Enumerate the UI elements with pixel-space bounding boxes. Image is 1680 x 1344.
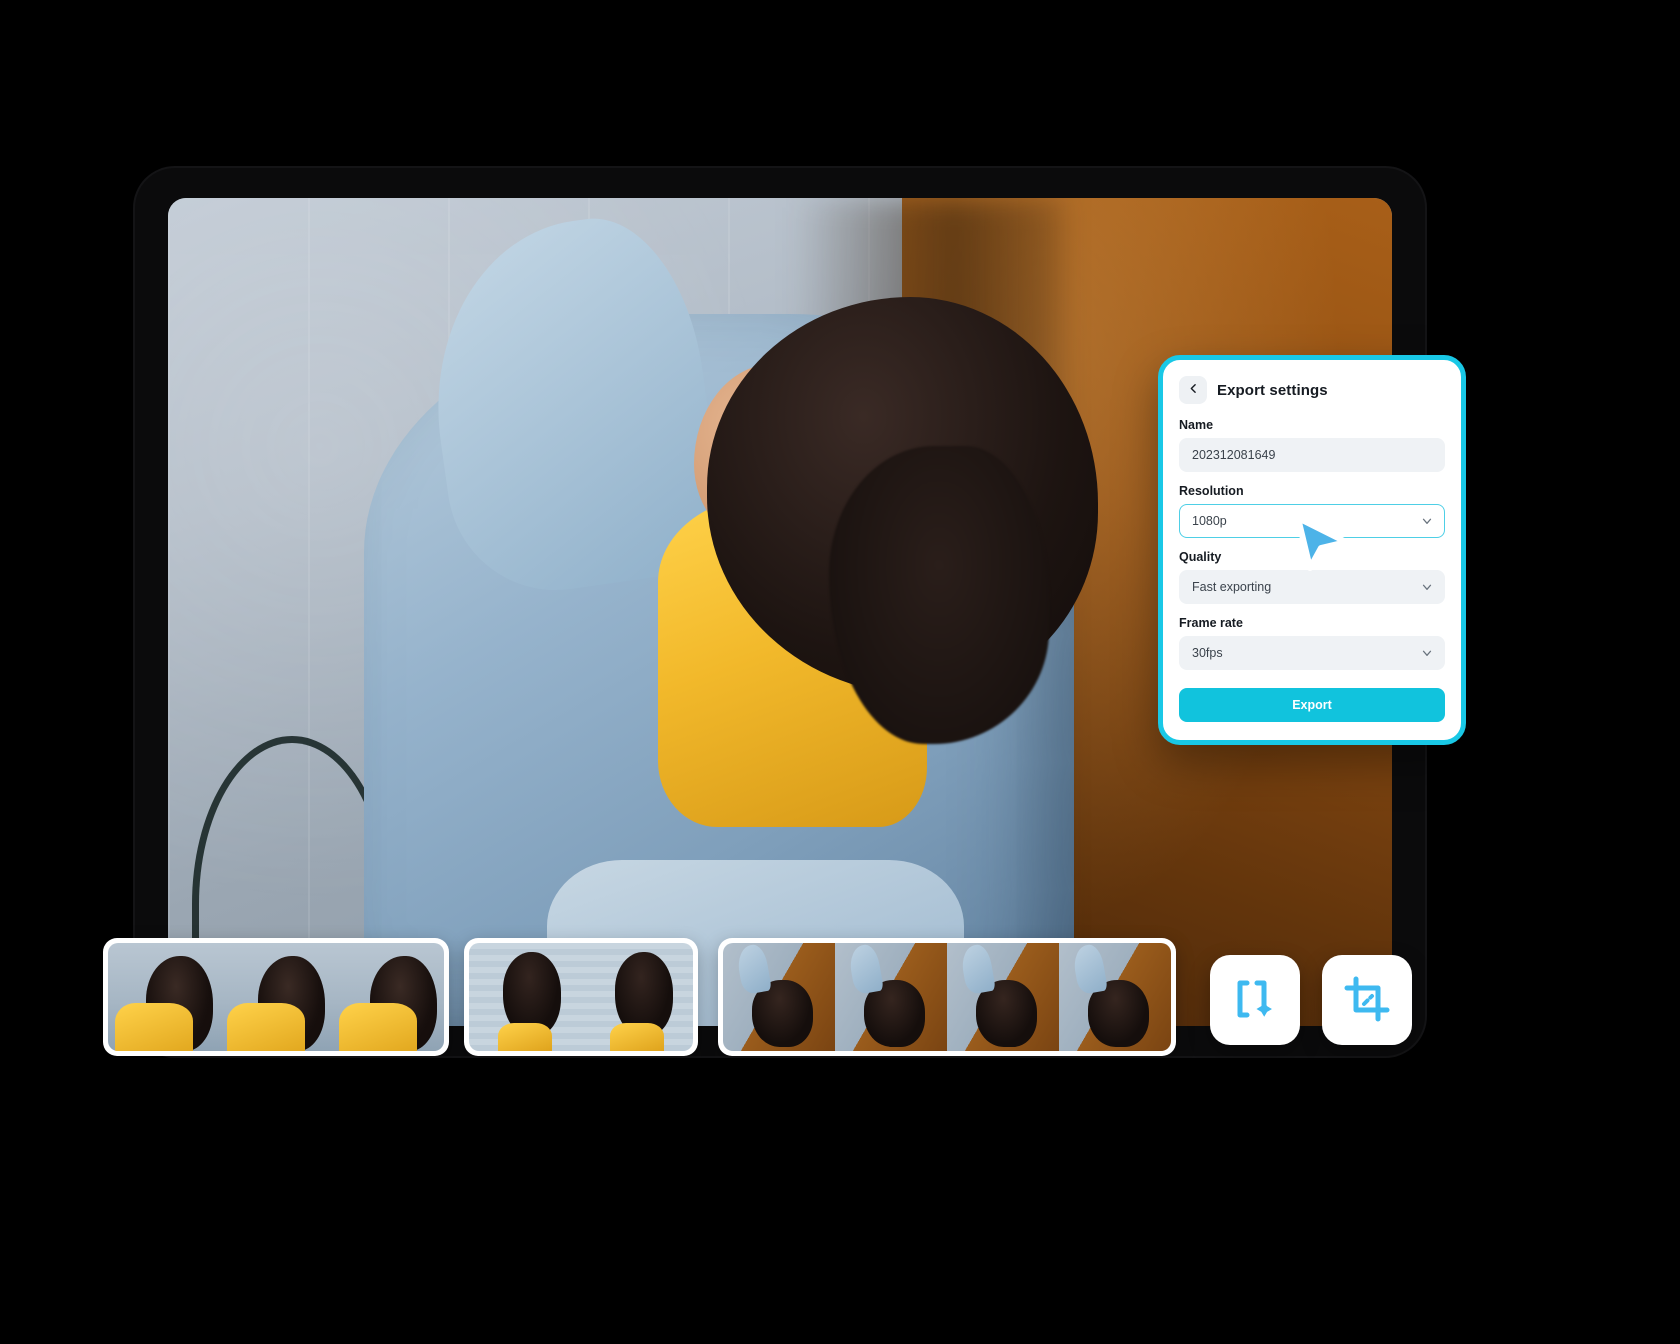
quality-select[interactable]: Fast exporting [1179,570,1445,604]
resolution-label: Resolution [1179,484,1244,498]
export-settings-panel: Export settings Name 202312081649 Resolu… [1158,355,1466,745]
clip-thumbnail [835,943,947,1051]
auto-reframe-button[interactable] [1210,955,1300,1045]
clip-thumbnail [947,943,1059,1051]
page-title: Export settings [1217,381,1328,399]
auto-reframe-icon [1230,974,1280,1027]
frame-rate-label: Frame rate [1179,616,1243,630]
clip-thumbnail [108,943,220,1051]
name-label: Name [1179,418,1214,432]
frame-rate-value: 30fps [1192,646,1223,660]
name-input[interactable]: 202312081649 [1179,438,1445,472]
clip-thumbnail [1059,943,1171,1051]
chevron-down-icon [1420,646,1434,660]
timeline-clip-3[interactable] [718,938,1176,1056]
export-panel-header: Export settings [1179,376,1445,404]
clip-thumbnail [469,943,581,1051]
chevron-down-icon [1420,514,1434,528]
clip-thumbnail [332,943,444,1051]
clip-frames [723,943,1171,1051]
quality-value: Fast exporting [1192,580,1272,594]
chevron-left-icon [1187,382,1200,398]
chevron-down-icon [1420,580,1434,594]
export-button[interactable]: Export [1179,688,1445,722]
resolution-select[interactable]: 1080p [1179,504,1445,538]
preview-hair-strands [828,446,1050,745]
quality-label: Quality [1179,550,1222,564]
back-button[interactable] [1179,376,1207,404]
clip-thumbnail [723,943,835,1051]
resolution-value: 1080p [1192,514,1227,528]
name-value: 202312081649 [1192,448,1276,462]
clip-thumbnail [220,943,332,1051]
clip-frames [469,943,693,1051]
clip-frames [108,943,444,1051]
timeline-clip-2[interactable] [464,938,698,1056]
screenshot-root: Export settings Name 202312081649 Resolu… [0,0,1680,1344]
frame-rate-select[interactable]: 30fps [1179,636,1445,670]
clip-thumbnail [581,943,693,1051]
timeline-clip-1[interactable] [103,938,449,1056]
crop-icon [1342,974,1392,1027]
crop-button[interactable] [1322,955,1412,1045]
